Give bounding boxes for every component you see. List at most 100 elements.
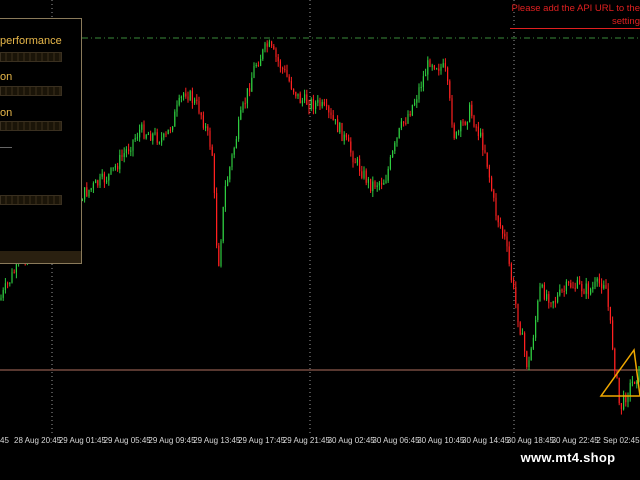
candle-body-73 bbox=[161, 137, 163, 143]
candle-body-176 bbox=[387, 168, 389, 181]
candle-body-281 bbox=[618, 377, 620, 404]
candle-body-94 bbox=[207, 126, 209, 131]
panel-histogram bbox=[0, 251, 81, 263]
candle-body-123 bbox=[271, 41, 273, 47]
candle-body-249 bbox=[548, 294, 550, 303]
candle-body-49 bbox=[108, 173, 110, 181]
candle-body-242 bbox=[532, 337, 534, 349]
candle-body-105 bbox=[231, 154, 233, 168]
candle-body-55 bbox=[121, 154, 123, 157]
time-label-8: 30 Aug 06:45 bbox=[372, 436, 420, 445]
candle-body-262 bbox=[576, 280, 578, 289]
time-label-partial: 45 bbox=[0, 436, 9, 445]
candle-body-189 bbox=[416, 99, 418, 103]
candle-body-111 bbox=[244, 103, 246, 105]
candle-body-62 bbox=[136, 137, 138, 139]
candle-body-146 bbox=[321, 102, 323, 107]
signal-triangle bbox=[599, 348, 640, 397]
candle-body-102 bbox=[224, 185, 226, 207]
candle-body-121 bbox=[266, 43, 268, 47]
candle-body-69 bbox=[152, 133, 154, 141]
candle-body-153 bbox=[337, 119, 339, 133]
candle-body-238 bbox=[524, 333, 526, 352]
candle-body-212 bbox=[466, 121, 468, 125]
candle-body-245 bbox=[539, 286, 541, 301]
candle-body-195 bbox=[429, 60, 431, 67]
candle-body-82 bbox=[180, 96, 182, 98]
candle-body-246 bbox=[541, 284, 543, 287]
candle-body-194 bbox=[427, 60, 429, 75]
candle-body-101 bbox=[222, 206, 224, 242]
candlestick-chart[interactable] bbox=[0, 0, 640, 480]
candle-body-287 bbox=[631, 381, 633, 383]
candle-body-40 bbox=[88, 189, 90, 197]
candle-body-107 bbox=[235, 139, 237, 149]
indicator-panel: performance on on bbox=[0, 18, 82, 264]
candle-body-48 bbox=[106, 180, 108, 183]
candle-body-109 bbox=[240, 110, 242, 120]
price-chart[interactable]: performance on on Please add the API URL… bbox=[0, 0, 640, 480]
candle-body-100 bbox=[220, 241, 222, 266]
time-label-10: 30 Aug 14:45 bbox=[462, 436, 510, 445]
candle-body-172 bbox=[378, 182, 380, 186]
candle-body-139 bbox=[306, 94, 308, 105]
candle-body-209 bbox=[460, 121, 462, 132]
candle-body-0 bbox=[0, 297, 2, 300]
candle-body-226 bbox=[497, 215, 499, 223]
candle-body-143 bbox=[315, 102, 317, 110]
candle-body-90 bbox=[198, 100, 200, 113]
candle-body-260 bbox=[572, 287, 574, 289]
candle-body-255 bbox=[561, 289, 563, 291]
candle-body-257 bbox=[565, 281, 567, 291]
notice-line-1: Please add the API URL to the bbox=[511, 3, 640, 14]
candle-body-236 bbox=[519, 322, 521, 335]
candle-body-267 bbox=[587, 283, 589, 295]
candle-body-65 bbox=[143, 124, 145, 139]
candle-body-210 bbox=[462, 121, 464, 123]
time-label-9: 30 Aug 10:45 bbox=[417, 436, 465, 445]
candle-body-184 bbox=[405, 122, 407, 124]
candle-body-208 bbox=[458, 131, 460, 133]
candle-body-118 bbox=[260, 58, 262, 67]
candle-body-237 bbox=[521, 333, 523, 335]
candle-body-205 bbox=[451, 98, 453, 125]
candle-body-149 bbox=[328, 106, 330, 113]
time-label-7: 30 Aug 02:45 bbox=[327, 436, 375, 445]
candle-body-269 bbox=[592, 287, 594, 290]
candle-body-252 bbox=[554, 301, 556, 303]
candle-body-173 bbox=[381, 182, 383, 185]
candle-body-43 bbox=[95, 180, 97, 184]
candle-body-161 bbox=[354, 162, 356, 164]
candle-body-227 bbox=[499, 222, 501, 227]
candle-body-122 bbox=[268, 41, 270, 47]
time-label-3: 29 Aug 09:45 bbox=[148, 436, 196, 445]
candle-body-165 bbox=[363, 170, 365, 178]
candle-body-204 bbox=[449, 81, 451, 99]
candle-body-72 bbox=[158, 142, 160, 144]
candle-body-233 bbox=[513, 280, 515, 288]
candle-body-223 bbox=[491, 177, 493, 191]
panel-value-box-4 bbox=[0, 195, 62, 205]
candle-body-244 bbox=[537, 300, 539, 320]
candle-body-93 bbox=[205, 126, 207, 128]
candle-body-86 bbox=[189, 91, 191, 101]
candle-body-234 bbox=[515, 287, 517, 304]
candle-body-163 bbox=[359, 158, 361, 172]
candle-body-6 bbox=[13, 272, 15, 274]
candle-body-103 bbox=[227, 179, 229, 186]
candle-body-127 bbox=[279, 61, 281, 69]
candle-body-53 bbox=[117, 166, 119, 170]
candle-body-104 bbox=[229, 167, 231, 180]
candle-body-113 bbox=[249, 88, 251, 92]
candle-body-251 bbox=[552, 301, 554, 304]
candle-body-216 bbox=[475, 126, 477, 128]
candle-body-148 bbox=[326, 104, 328, 107]
candle-body-119 bbox=[262, 49, 264, 59]
candle-body-108 bbox=[238, 119, 240, 140]
time-label-2: 29 Aug 05:45 bbox=[103, 436, 151, 445]
candle-body-171 bbox=[376, 185, 378, 187]
candle-body-3 bbox=[7, 283, 9, 285]
candle-body-157 bbox=[345, 134, 347, 138]
candle-body-278 bbox=[612, 320, 614, 350]
candle-body-231 bbox=[508, 246, 510, 264]
